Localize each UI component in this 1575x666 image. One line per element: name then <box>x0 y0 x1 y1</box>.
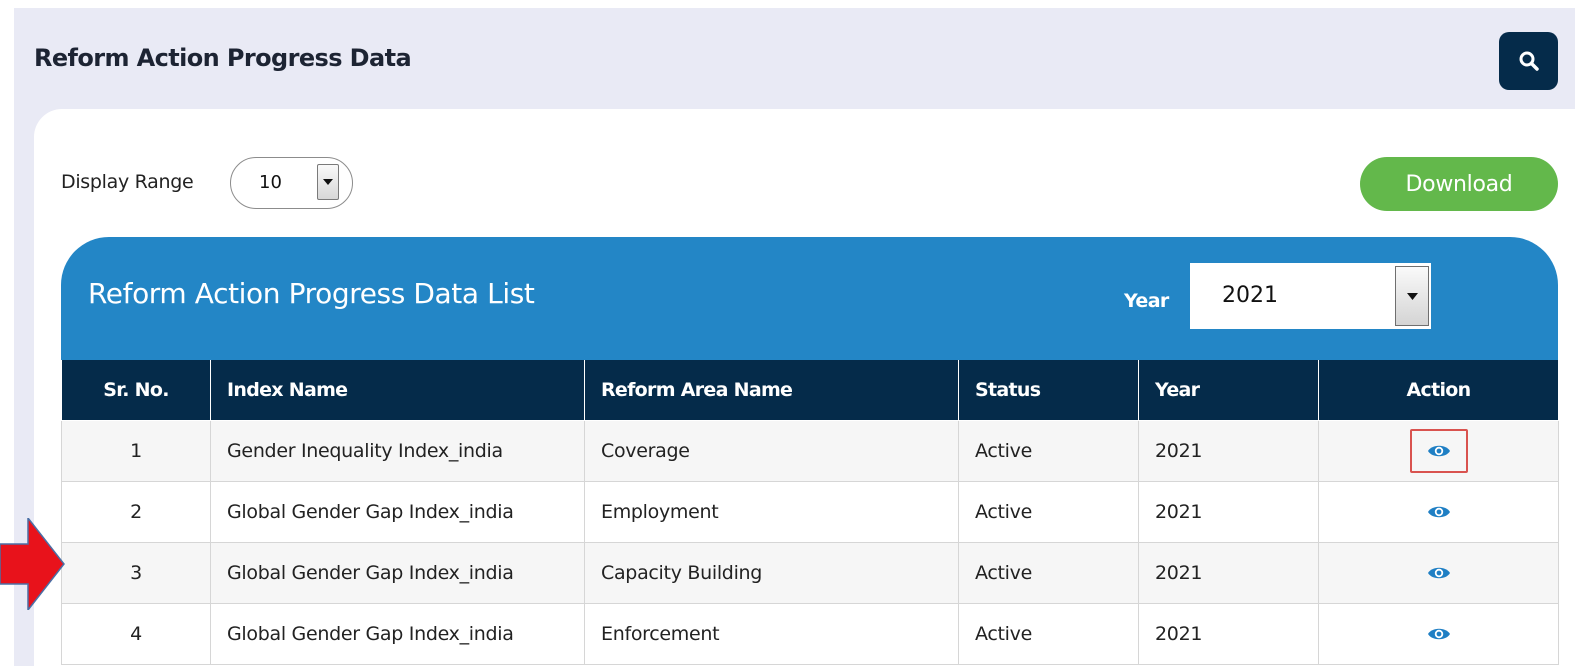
cell-sr-no: 3 <box>61 541 211 604</box>
view-button[interactable] <box>1410 490 1468 534</box>
cell-sr-no: 1 <box>61 419 211 482</box>
download-button[interactable]: Download <box>1360 157 1558 211</box>
cell-year: 2021 <box>1138 419 1319 482</box>
cell-action <box>1318 541 1559 604</box>
cell-status: Active <box>958 480 1139 543</box>
column-header-index-name[interactable]: Index Name <box>210 360 585 421</box>
table-header-row: Sr. No. Index Name Reform Area Name Stat… <box>61 360 1559 421</box>
list-title: Reform Action Progress Data List <box>88 277 535 310</box>
year-filter-label: Year <box>1124 290 1169 312</box>
cell-reform-area-name: Enforcement <box>584 602 959 665</box>
column-header-sr-no[interactable]: Sr. No. <box>61 360 211 421</box>
eye-icon <box>1427 445 1450 456</box>
table-row: 3 Global Gender Gap Index_india Capacity… <box>61 541 1559 604</box>
cell-sr-no: 2 <box>61 480 211 543</box>
cell-status: Active <box>958 541 1139 604</box>
eye-icon <box>1427 628 1450 639</box>
cell-year: 2021 <box>1138 480 1319 543</box>
view-button[interactable] <box>1410 551 1468 595</box>
cell-index-name: Global Gender Gap Index_india <box>210 480 585 543</box>
cell-action <box>1318 602 1559 665</box>
list-header: Reform Action Progress Data List Year 20… <box>61 237 1558 360</box>
column-header-status[interactable]: Status <box>958 360 1139 421</box>
display-range-label: Display Range <box>61 171 194 193</box>
view-button[interactable] <box>1410 612 1468 656</box>
cell-reform-area-name: Capacity Building <box>584 541 959 604</box>
cell-index-name: Gender Inequality Index_india <box>210 419 585 482</box>
search-icon <box>1519 51 1539 71</box>
table-row: 4 Global Gender Gap Index_india Enforcem… <box>61 602 1559 665</box>
display-range-value: 10 <box>259 172 282 193</box>
table-row: 2 Global Gender Gap Index_india Employme… <box>61 480 1559 543</box>
view-button[interactable] <box>1409 428 1468 473</box>
page-background: Reform Action Progress Data Display Rang… <box>14 8 1575 666</box>
cell-index-name: Global Gender Gap Index_india <box>210 541 585 604</box>
page-title: Reform Action Progress Data <box>34 44 412 72</box>
caret-down-icon[interactable] <box>1395 266 1429 326</box>
eye-icon <box>1427 567 1450 578</box>
column-header-action[interactable]: Action <box>1318 360 1559 421</box>
cell-year: 2021 <box>1138 541 1319 604</box>
search-button[interactable] <box>1499 32 1558 90</box>
year-select-value: 2021 <box>1222 283 1278 308</box>
year-select[interactable]: 2021 <box>1190 263 1431 329</box>
display-range-select[interactable]: 10 <box>230 157 353 209</box>
column-header-reform-area-name[interactable]: Reform Area Name <box>584 360 959 421</box>
cell-action <box>1318 480 1559 543</box>
data-list-panel: Reform Action Progress Data List Year 20… <box>61 237 1559 666</box>
cell-reform-area-name: Employment <box>584 480 959 543</box>
cell-status: Active <box>958 419 1139 482</box>
cell-index-name: Global Gender Gap Index_india <box>210 602 585 665</box>
content-card: Display Range 10 Download Reform Action … <box>34 109 1575 666</box>
caret-down-icon[interactable] <box>317 164 339 200</box>
data-table: Sr. No. Index Name Reform Area Name Stat… <box>61 360 1559 665</box>
cell-status: Active <box>958 602 1139 665</box>
column-header-year[interactable]: Year <box>1138 360 1319 421</box>
table-row: 1 Gender Inequality Index_india Coverage… <box>61 419 1559 482</box>
red-arrow-icon <box>0 518 65 610</box>
cell-year: 2021 <box>1138 602 1319 665</box>
eye-icon <box>1427 506 1450 517</box>
cell-sr-no: 4 <box>61 602 211 665</box>
cell-reform-area-name: Coverage <box>584 419 959 482</box>
cell-action <box>1318 419 1559 482</box>
